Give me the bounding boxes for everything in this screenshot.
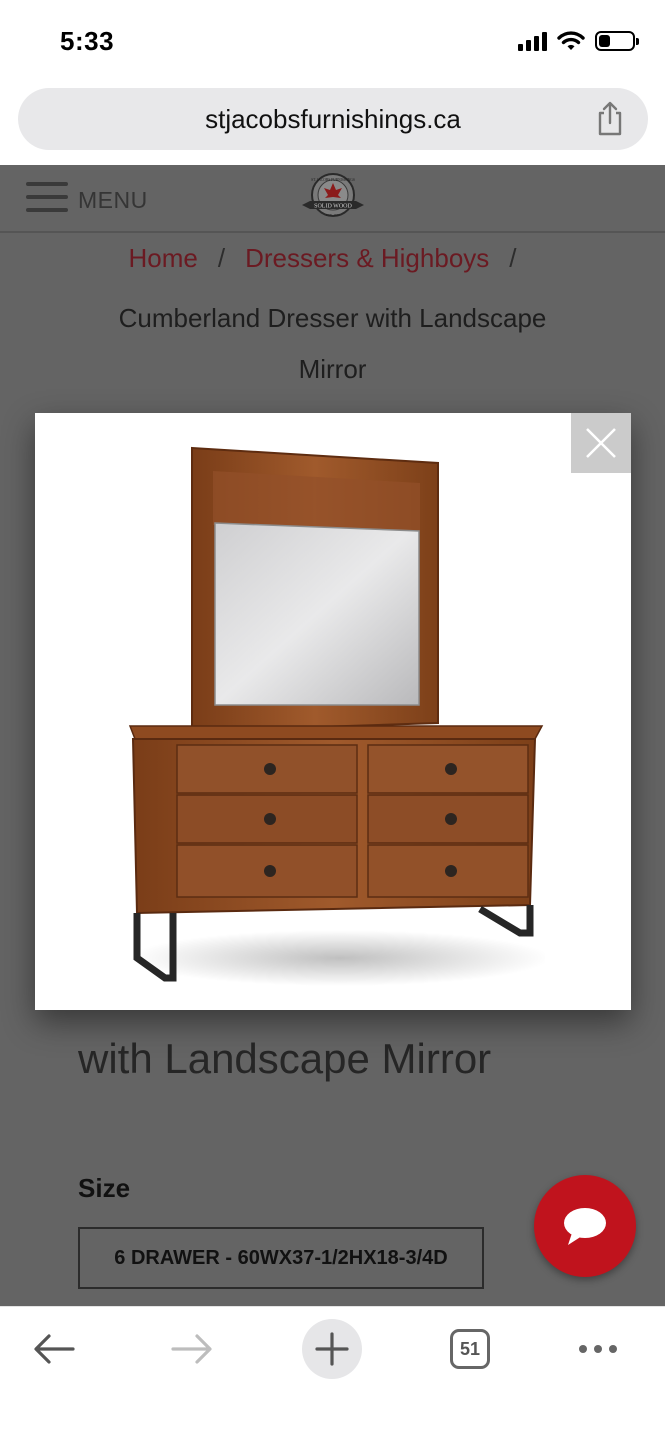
status-icons xyxy=(518,30,639,52)
close-icon xyxy=(586,428,616,458)
logo-top-text: ST. JACOBS FURNISHINGS xyxy=(311,178,355,182)
forward-button[interactable] xyxy=(162,1319,222,1379)
back-arrow-icon xyxy=(34,1334,75,1364)
new-tab-button[interactable] xyxy=(302,1319,362,1379)
close-button[interactable] xyxy=(571,413,631,473)
tab-count: 51 xyxy=(459,1338,481,1359)
size-label: Size xyxy=(78,1173,131,1203)
wifi-icon xyxy=(557,31,585,50)
breadcrumb-dressers-link[interactable]: Dressers & Highboys xyxy=(245,243,489,273)
plus-icon xyxy=(315,1332,349,1366)
site-logo[interactable]: SOLID WOOD ST. JACOBS FURNISHINGS EST. 1… xyxy=(300,171,366,225)
tabs-icon: 51 xyxy=(450,1329,490,1369)
dresser-with-mirror-image xyxy=(128,446,545,986)
address-bar[interactable]: stjacobsfurnishings.ca xyxy=(18,88,648,150)
size-option-button[interactable]: 6 DRAWER - 60WX37-1/2HX18-3/4D xyxy=(78,1227,484,1289)
battery-icon xyxy=(595,31,639,51)
logo-bottom-text: EST. 1987 xyxy=(326,213,341,217)
cellular-signal-icon xyxy=(518,31,547,51)
hamburger-menu-icon[interactable] xyxy=(26,182,68,214)
chat-button[interactable] xyxy=(534,1175,636,1277)
status-bar: 5:33 xyxy=(0,0,665,86)
chat-bubble-icon xyxy=(564,1208,606,1245)
browser-toolbar: 51 xyxy=(0,1306,665,1440)
share-icon[interactable] xyxy=(594,101,626,137)
logo-banner-text: SOLID WOOD xyxy=(314,204,352,210)
screen: 5:33 stjacobsfurnishings.ca MENU SOLID W… xyxy=(0,0,665,1440)
more-icon xyxy=(579,1345,617,1353)
status-time: 5:33 xyxy=(60,26,115,56)
back-button[interactable] xyxy=(24,1319,84,1379)
site-header: MENU SOLID WOOD ST. JACOBS FURNISHINGS E… xyxy=(0,165,665,233)
forward-arrow-icon xyxy=(171,1334,212,1364)
breadcrumb-home-link[interactable]: Home xyxy=(128,243,197,273)
product-title: with Landscape Mirror xyxy=(78,1035,492,1082)
menu-label[interactable]: MENU xyxy=(78,187,148,214)
more-button[interactable] xyxy=(568,1319,628,1379)
breadcrumb: Home / Dressers & Highboys / xyxy=(0,243,665,274)
url-text[interactable]: stjacobsfurnishings.ca xyxy=(18,104,648,135)
breadcrumb-current: Cumberland Dresser with Landscape Mirror xyxy=(118,303,547,384)
breadcrumb-separator: / xyxy=(509,243,517,273)
tabs-button[interactable]: 51 xyxy=(440,1319,500,1379)
breadcrumb-separator: / xyxy=(217,243,226,273)
battery-level xyxy=(599,35,610,47)
image-lightbox xyxy=(35,413,631,1010)
